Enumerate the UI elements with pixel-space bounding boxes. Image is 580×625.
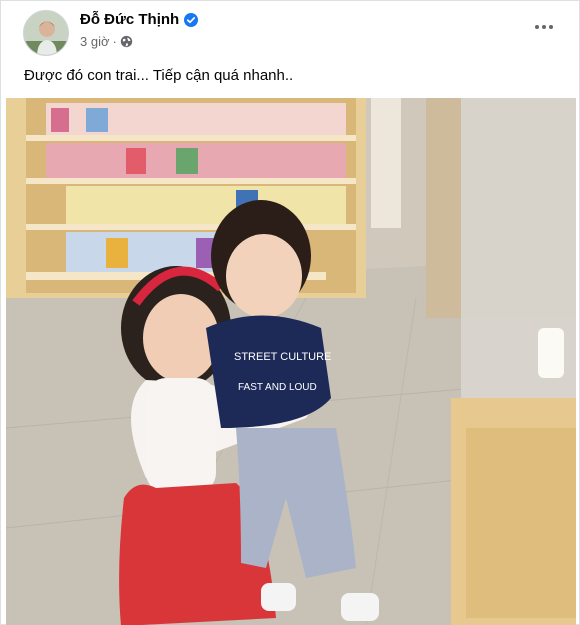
author-name-text[interactable]: Đỗ Đức Thịnh <box>80 11 179 28</box>
photo-illustration: STREET CULTURE FAST AND LOUD <box>6 98 576 625</box>
verified-badge-icon <box>184 12 199 27</box>
svg-text:FAST AND LOUD: FAST AND LOUD <box>238 382 317 393</box>
author-avatar[interactable] <box>23 10 69 56</box>
svg-text:STREET CULTURE: STREET CULTURE <box>234 351 331 363</box>
more-options-icon[interactable] <box>529 15 559 39</box>
more-dot <box>535 25 539 29</box>
post-caption: Được đó con trai... Tiếp cận quá nhanh.. <box>24 67 294 84</box>
more-dot <box>549 25 553 29</box>
avatar-image <box>24 11 68 55</box>
post-time[interactable]: 3 giờ <box>80 34 110 49</box>
post-meta: 3 giờ · <box>80 34 133 49</box>
facebook-post: Đỗ Đức Thịnh 3 giờ · Được đó con trai...… <box>0 0 580 625</box>
post-header: Đỗ Đức Thịnh 3 giờ · <box>1 1 580 59</box>
globe-icon[interactable] <box>120 35 133 48</box>
meta-separator: · <box>112 34 117 49</box>
post-photo[interactable]: STREET CULTURE FAST AND LOUD <box>6 98 576 625</box>
author-name[interactable]: Đỗ Đức Thịnh <box>80 11 199 28</box>
more-dot <box>542 25 546 29</box>
